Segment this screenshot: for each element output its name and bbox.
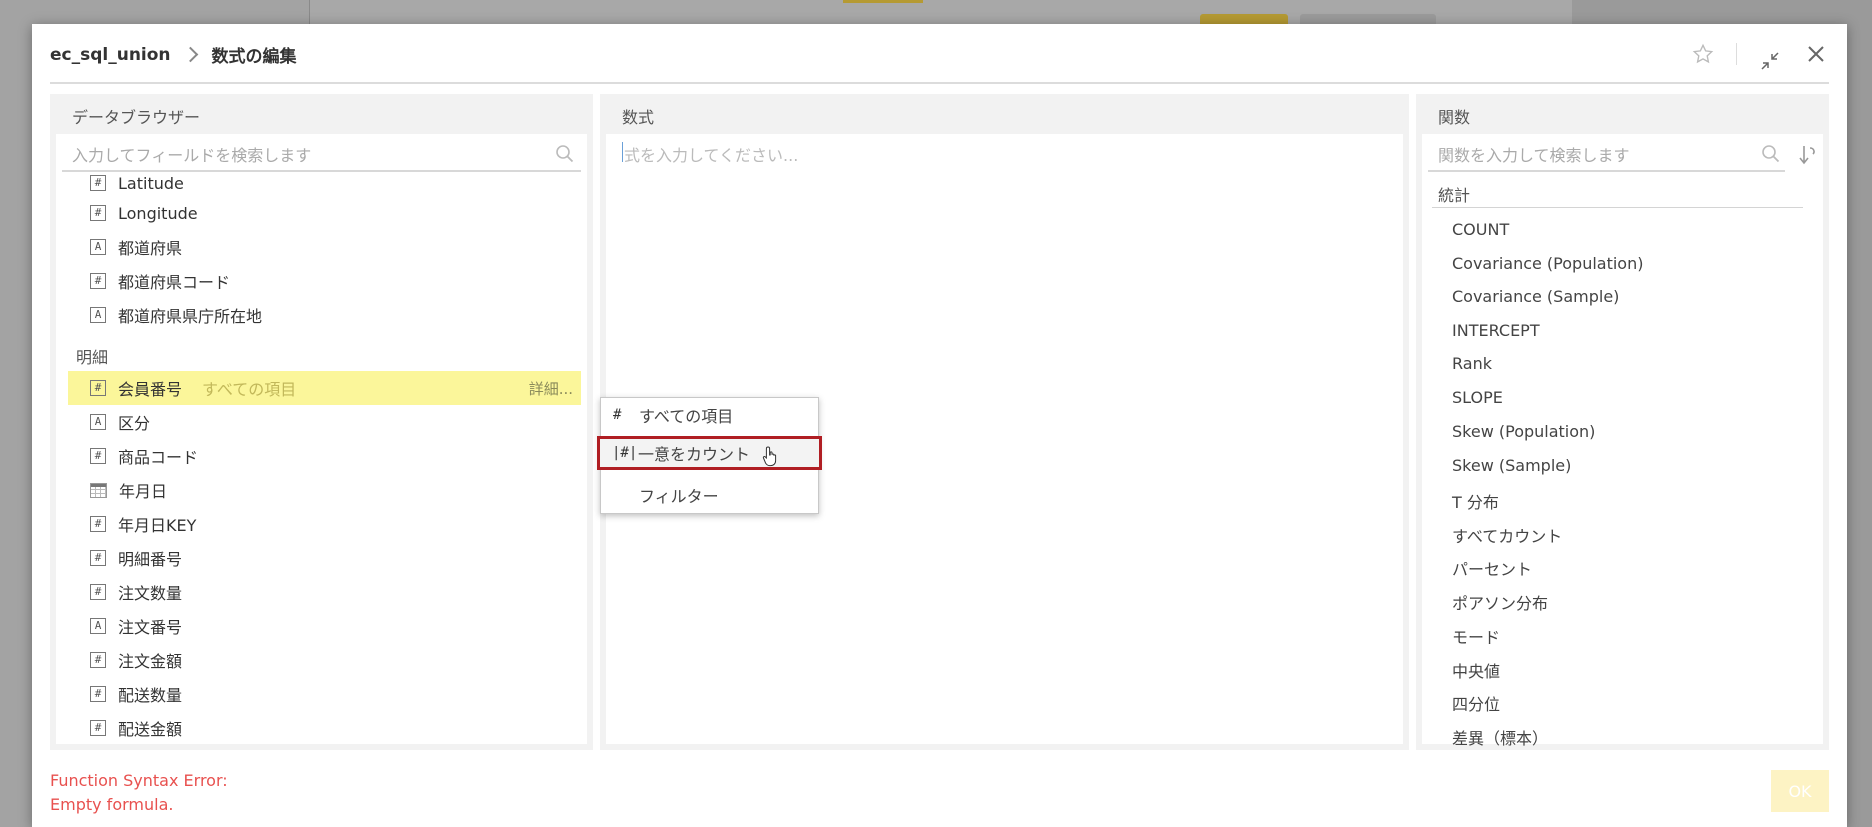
list-item[interactable]: # 注文数量 [68,575,581,609]
error-line-1: Function Syntax Error: [50,771,228,790]
function-item[interactable]: パーセント [1452,556,1532,580]
function-item[interactable]: Covariance (Sample) [1452,287,1619,306]
search-icon[interactable] [555,144,575,168]
functions-body: 関数を入力して検索します 統計 COUNT Covariance (Popula… [1422,134,1823,748]
number-field-icon: # [90,720,106,736]
number-field-icon: # [90,652,106,668]
field-search-input[interactable]: 入力してフィールドを検索します [62,138,581,172]
aggregation-label: すべての項目 [202,380,297,399]
sort-icon[interactable] [1797,144,1817,170]
formula-edit-dialog: ec_sql_union 数式の編集 データブラウザー 入力してフィールドを検索… [32,24,1847,827]
hand-cursor-icon [762,445,780,471]
list-item[interactable]: # Longitude [68,196,581,230]
number-field-icon: # [90,686,106,702]
number-field-icon: # [90,516,106,532]
function-item[interactable]: T 分布 [1452,489,1499,513]
function-item[interactable]: Skew (Sample) [1452,456,1571,475]
data-browser-panel: データブラウザー 入力してフィールドを検索します # Latitude # Lo… [50,94,593,750]
chevron-right-icon [182,46,198,63]
list-item[interactable]: # 年月日KEY [68,507,581,541]
collapse-icon[interactable] [1757,48,1783,74]
function-item[interactable]: Covariance (Population) [1452,254,1643,273]
function-item[interactable]: ポアソン分布 [1452,590,1548,614]
data-browser-body: 入力してフィールドを検索します # Latitude # Longitude A… [56,134,587,744]
background-active-tab-indicator [843,0,923,3]
breadcrumb: ec_sql_union 数式の編集 [50,42,297,68]
details-link[interactable]: 詳細... [529,378,573,399]
list-item[interactable]: # 明細番号 [68,541,581,575]
number-field-icon: # [90,448,106,464]
field-search-placeholder: 入力してフィールドを検索します [72,146,312,165]
menu-item-filter[interactable]: フィルター [601,478,818,512]
selected-field-item[interactable]: # 会員番号 すべての項目 詳細... [68,371,581,405]
function-item[interactable]: SLOPE [1452,388,1503,407]
function-search-placeholder: 関数を入力して検索します [1438,146,1630,165]
list-item[interactable]: A 注文番号 [68,609,581,643]
number-field-icon: # [90,273,106,289]
function-item[interactable]: すべてカウント [1452,523,1562,547]
function-item[interactable]: 四分位 [1452,691,1500,715]
list-item[interactable]: A 都道府県県庁所在地 [68,298,581,332]
function-item[interactable]: Skew (Population) [1452,422,1595,441]
text-field-icon: A [90,239,106,255]
group-label: 明細 [76,348,109,367]
number-field-icon: # [90,380,106,396]
number-field-icon: # [90,205,106,221]
function-item[interactable]: 差異（標本） [1452,725,1548,749]
field-list[interactable]: # Latitude # Longitude A 都道府県 # 都道府県コード … [62,174,587,744]
number-field-icon: # [90,550,106,566]
list-item[interactable]: 年月日 [68,473,581,507]
text-caret [622,142,623,162]
breadcrumb-current: 数式の編集 [211,47,297,67]
breadcrumb-root[interactable]: ec_sql_union [50,45,171,65]
menu-item-count-distinct[interactable]: |#| 一意をカウント [597,436,822,470]
text-field-icon: A [90,307,106,323]
function-category-label: 統計 [1432,178,1803,208]
dialog-header: ec_sql_union 数式の編集 [50,24,1829,84]
list-item[interactable]: # 配送金額 [68,711,581,744]
calendar-icon [90,482,107,498]
list-item[interactable]: # 都道府県コード [68,264,581,298]
search-icon[interactable] [1761,144,1781,168]
functions-title: 関数 [1438,108,1471,127]
text-field-icon: A [90,618,106,634]
count-distinct-icon: |#| [612,445,638,461]
aggregation-popup-menu: # すべての項目 |#| 一意をカウント フィルター [597,397,822,514]
function-item[interactable]: INTERCEPT [1452,321,1540,340]
list-item[interactable]: A 都道府県 [68,230,581,264]
data-browser-title: データブラウザー [72,108,201,127]
list-item[interactable]: # 商品コード [68,439,581,473]
close-icon[interactable] [1803,41,1829,67]
syntax-error-message: Function Syntax Error: Empty formula. [50,769,228,817]
list-item[interactable]: A 区分 [68,405,581,439]
function-item[interactable]: Rank [1452,354,1492,373]
function-item[interactable]: 中央値 [1452,658,1500,682]
number-field-icon: # [90,584,106,600]
list-item[interactable]: # 注文金額 [68,643,581,677]
menu-item-all-items[interactable]: # すべての項目 [601,398,818,432]
header-divider [1736,43,1737,65]
ok-button[interactable]: OK [1771,770,1829,812]
number-field-icon: # [90,175,106,191]
error-line-2: Empty formula. [50,795,174,814]
formula-title: 数式 [622,108,655,127]
function-item[interactable]: COUNT [1452,220,1509,239]
list-item[interactable]: # 配送数量 [68,677,581,711]
star-icon[interactable] [1690,41,1716,67]
function-item[interactable]: モード [1452,624,1500,648]
formula-placeholder: 式を入力してください... [624,146,799,165]
header-actions [1690,34,1829,74]
text-field-icon: A [90,414,106,430]
hash-icon: # [613,407,622,423]
selected-field-label: 会員番号 [118,380,183,399]
functions-panel: 関数 関数を入力して検索します 統計 COUNT Covariance (Pop… [1416,94,1829,750]
function-search-input[interactable]: 関数を入力して検索します [1428,138,1785,172]
